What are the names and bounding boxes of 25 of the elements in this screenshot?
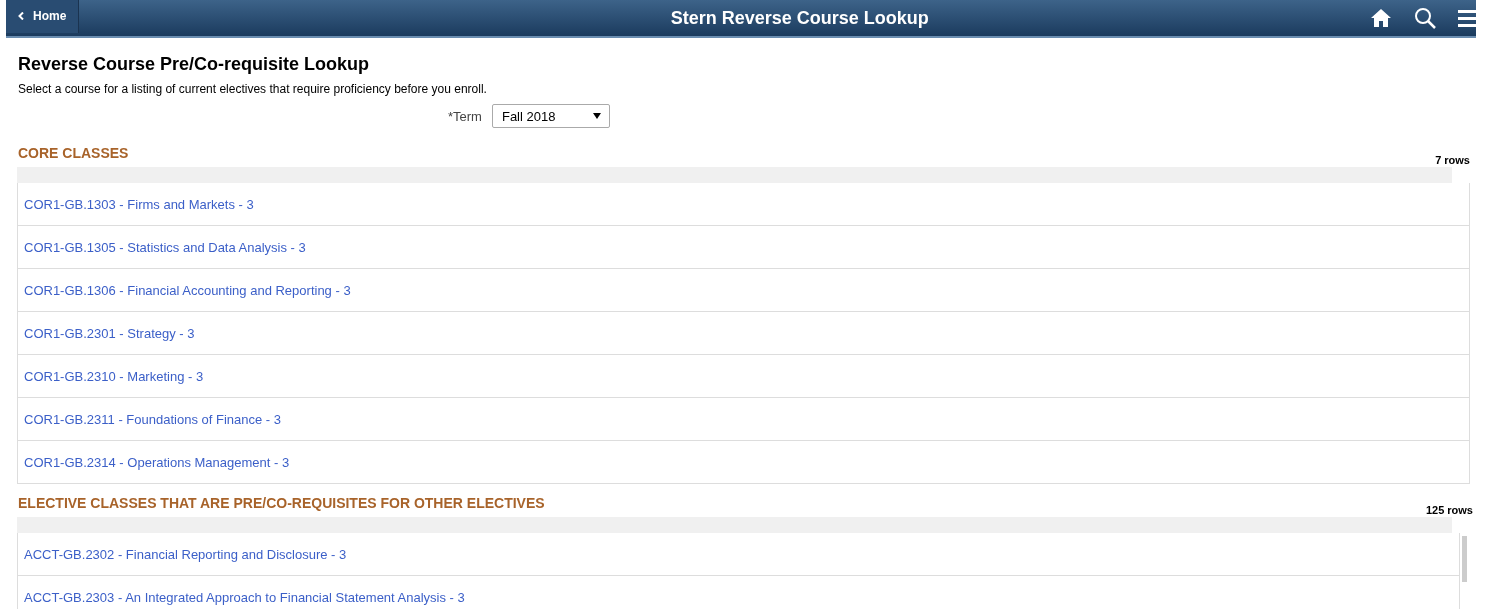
course-link[interactable]: ACCT-GB.2302 - Financial Reporting and Disclosure - 3 [24,546,347,562]
course-link[interactable]: COR1-GB.1306 - Financial Accounting and Reporting - 3 [24,282,351,298]
row-count: 7 rows [1435,154,1470,166]
page-title: Stern Reverse Course Lookup [669,7,930,29]
home-button[interactable]: Home [6,0,80,33]
course-link[interactable]: COR1-GB.1303 - Firms and Markets - 3 [24,196,254,212]
course-link[interactable]: COR1-GB.1305 - Statistics and Data Analysis - 3 [24,239,306,255]
menu-icon[interactable] [1458,9,1476,27]
course-link[interactable]: ACCT-GB.2303 - An Integrated Approach to Financial Statement Analysis - 3 [24,589,465,605]
section-title: CORE CLASSES [17,145,129,161]
row-count: 125 rows [1425,504,1473,516]
term-label: *Term [448,108,482,124]
course-link[interactable]: COR1-GB.2311 - Foundations of Finance - 3 [24,411,281,427]
chevron-left-icon [18,12,24,20]
home-icon[interactable] [1370,8,1392,28]
course-link[interactable]: COR1-GB.2301 - Strategy - 3 [24,325,195,341]
course-link[interactable]: COR1-GB.2314 - Operations Management - 3 [24,454,290,470]
heading: Reverse Course Pre/Co-requisite Lookup [18,54,371,75]
course-link[interactable]: COR1-GB.2310 - Marketing - 3 [24,368,204,384]
scrollbar-thumb[interactable] [1462,536,1467,582]
term-dropdown[interactable]: Fall 2018 [491,104,610,128]
search-icon[interactable] [1414,7,1436,29]
section-title: ELECTIVE CLASSES THAT ARE PRE/CO-REQUISITES FOR OTHER ELECTIVES [17,495,545,511]
caret-icon [592,113,601,119]
instructions-text: Select a course for a listing of current electives that require proficiency before you enroll. [18,82,488,96]
